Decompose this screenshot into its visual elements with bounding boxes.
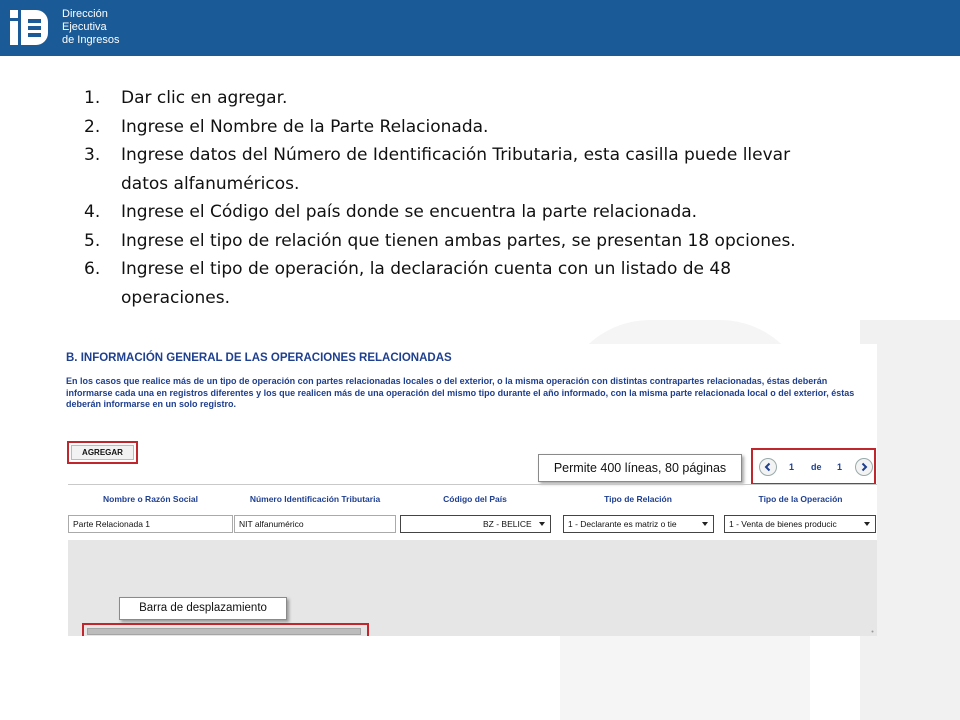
step-number: 5. xyxy=(84,230,101,251)
column-header-name: Nombre o Razón Social xyxy=(103,494,198,504)
step-item: 1. Dar clic en agregar. xyxy=(84,84,804,113)
current-page: 1 xyxy=(789,462,795,472)
step-item: 2. Ingrese el Nombre de la Parte Relacion… xyxy=(84,113,804,142)
die-logo-icon xyxy=(8,8,50,48)
table-header: Nombre o Razón Social Número Identificac… xyxy=(68,484,877,513)
step-number: 6. xyxy=(84,259,101,279)
step-number: 1. xyxy=(84,88,101,108)
step-item: 6. Ingrese el tipo de operación, la decla… xyxy=(84,255,804,312)
chevron-down-icon xyxy=(864,522,870,526)
total-pages: 1 xyxy=(837,462,843,472)
table-row: Parte Relacionada 1 NIT alfanumérico BZ … xyxy=(68,514,877,536)
instruction-list: 1. Dar clic en agregar. 2. Ingrese el Nomb… xyxy=(84,84,804,312)
column-header-relation: Tipo de Relación xyxy=(604,494,672,504)
name-input[interactable]: Parte Relacionada 1 xyxy=(68,515,233,533)
step-text: Ingrese el tipo de relación que tienen a… xyxy=(121,230,796,251)
step-text: Dar clic en agregar. xyxy=(121,88,288,108)
country-select[interactable]: BZ - BELICE xyxy=(400,515,551,533)
step-text: Ingrese el Código del país donde se encu… xyxy=(121,202,698,222)
logo-text: Dirección Ejecutiva de Ingresos xyxy=(62,8,119,47)
step-number: 3. xyxy=(84,145,101,165)
step-item: 5. Ingrese el tipo de relación que tienen… xyxy=(84,227,804,256)
operation-select-value: 1 - Venta de bienes producic xyxy=(729,519,837,529)
prev-page-button[interactable] xyxy=(759,458,777,476)
scrollbar-callout: Barra de desplazamiento xyxy=(119,597,287,620)
page-of-label: de xyxy=(811,462,822,472)
column-header-operation: Tipo de la Operación xyxy=(758,494,843,504)
step-text: Ingrese el tipo de operación, la declara… xyxy=(121,259,732,308)
column-header-nit: Número Identificación Tributaria xyxy=(249,494,381,504)
step-item: 4. Ingrese el Código del país donde se en… xyxy=(84,198,804,227)
lines-limit-callout: Permite 400 líneas, 80 páginas xyxy=(538,454,742,482)
operation-select[interactable]: 1 - Venta de bienes producic xyxy=(724,515,876,533)
step-number: 4. xyxy=(84,202,101,222)
column-header-country: Código del País xyxy=(443,494,507,504)
agregar-button[interactable]: AGREGAR xyxy=(71,445,134,460)
table-empty-area xyxy=(68,540,877,636)
horizontal-scrollbar[interactable] xyxy=(87,628,361,635)
header-bar: Dirección Ejecutiva de Ingresos xyxy=(0,0,960,56)
scrollbar-highlight xyxy=(82,623,369,636)
resize-grip-icon xyxy=(871,630,874,633)
chevron-down-icon xyxy=(539,522,545,526)
step-text: Ingrese datos del Número de Identificaci… xyxy=(121,145,791,194)
step-text: Ingrese el Nombre de la Parte Relacionad… xyxy=(121,116,489,137)
pager-highlight: 1 de 1 xyxy=(751,448,876,485)
chevron-left-icon xyxy=(764,462,771,472)
logo-line-2: Ejecutiva xyxy=(62,21,107,33)
country-select-value: BZ - BELICE xyxy=(483,519,532,529)
form-screenshot: B. INFORMACIÓN GENERAL DE LAS OPERACIONE… xyxy=(62,344,877,636)
logo-line-1: Dirección xyxy=(62,8,108,20)
chevron-down-icon xyxy=(702,522,708,526)
logo-line-3: de Ingresos xyxy=(62,34,120,46)
next-page-button[interactable] xyxy=(855,458,873,476)
section-description: En los casos que realice más de un tipo … xyxy=(66,376,855,409)
nit-input[interactable]: NIT alfanumérico xyxy=(234,515,396,533)
section-title: B. INFORMACIÓN GENERAL DE LAS OPERACIONE… xyxy=(66,352,452,364)
agregar-highlight: AGREGAR xyxy=(67,441,138,464)
step-item: 3. Ingrese datos del Número de Identifica… xyxy=(84,141,804,198)
step-number: 2. xyxy=(84,116,101,137)
relation-select[interactable]: 1 - Declarante es matriz o tie xyxy=(563,515,714,533)
relation-select-value: 1 - Declarante es matriz o tie xyxy=(568,519,677,529)
chevron-right-icon xyxy=(861,462,868,472)
